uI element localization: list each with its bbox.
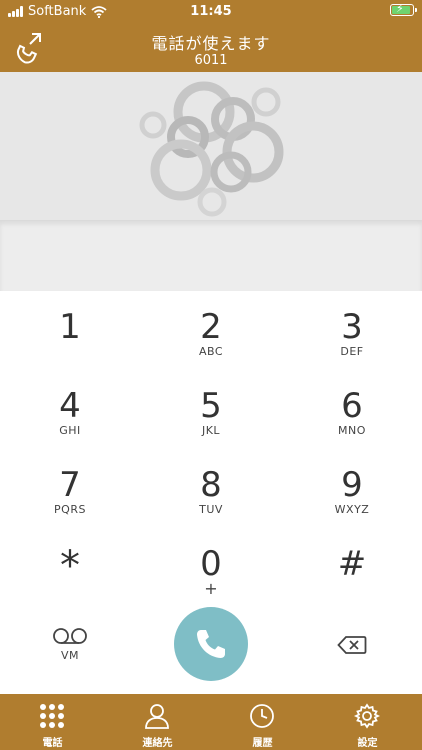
tab-contacts[interactable]: 連絡先 (105, 694, 210, 750)
person-icon (145, 704, 169, 729)
clock-icon (250, 704, 274, 728)
call-button[interactable] (174, 607, 248, 681)
top-bar: SoftBank 11:45 ⚡ 電話が使えます 6011 (0, 0, 422, 72)
key-8[interactable]: 8 TUV (141, 449, 281, 529)
keypad-grid-icon (40, 704, 64, 728)
key-hash[interactable]: # (282, 528, 422, 608)
key-3[interactable]: 3 DEF (282, 291, 422, 371)
keypad: 1 2 ABC 3 DEF 4 GHI 5 JKL 6 MNO 7 PQRS 8… (0, 291, 422, 694)
header-extension: 6011 (194, 53, 228, 68)
key-7[interactable]: 7 PQRS (0, 449, 140, 529)
backspace-icon (337, 636, 367, 654)
key-0[interactable]: 0 + (141, 528, 281, 608)
status-bar: SoftBank 11:45 ⚡ (0, 0, 422, 24)
key-star[interactable]: * (0, 528, 140, 608)
delete-button[interactable] (282, 607, 422, 687)
key-2[interactable]: 2 ABC (141, 291, 281, 371)
voicemail-button[interactable]: VM (0, 607, 140, 687)
key-4[interactable]: 4 GHI (0, 370, 140, 450)
key-5[interactable]: 5 JKL (141, 370, 281, 450)
gear-icon (353, 703, 381, 729)
key-9[interactable]: 9 WXYZ (282, 449, 422, 529)
logo-area (0, 72, 422, 220)
phone-icon (197, 630, 225, 658)
status-time: 11:45 (190, 4, 232, 19)
tab-history[interactable]: 履歴 (210, 694, 315, 750)
rings-logo-icon (139, 81, 284, 217)
voicemail-label: VM (60, 649, 79, 662)
tab-settings[interactable]: 設定 (315, 694, 420, 750)
header-title: 電話が使えます (151, 34, 271, 53)
tab-phone[interactable]: 電話 (0, 694, 105, 750)
key-6[interactable]: 6 MNO (282, 370, 422, 450)
tab-bar: 電話 連絡先 履歴 設定 (0, 694, 422, 750)
battery-icon: ⚡ (390, 2, 417, 16)
key-1[interactable]: 1 (0, 291, 140, 371)
number-display[interactable] (0, 220, 422, 292)
voicemail-icon (53, 628, 87, 644)
